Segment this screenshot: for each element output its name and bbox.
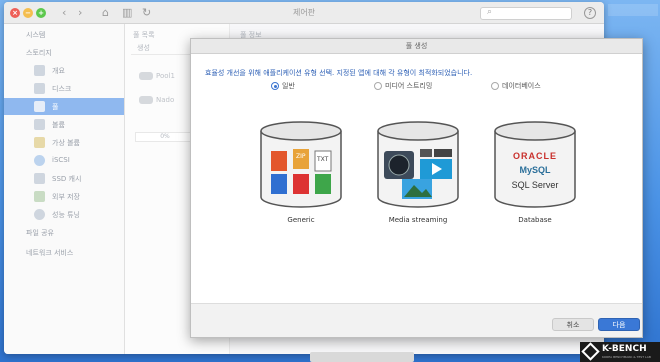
dialog-footer: 취소 다음: [191, 303, 642, 337]
radio-selected-icon: [271, 82, 279, 90]
sidebar-item-pool[interactable]: 풀: [4, 98, 124, 115]
watermark-brand: K-BENCH: [602, 344, 647, 354]
dialog-description: 효율성 개선을 위해 애플리케이션 유형 선택. 지정된 앱에 대해 각 유형이…: [205, 69, 473, 77]
sidebar-item-label: 볼륨: [52, 121, 65, 129]
sidebar-item-virtual-volume[interactable]: 가상 볼륨: [4, 134, 124, 151]
disk-icon: [34, 83, 45, 94]
generic-cylinder-icon: ZIP TXT: [260, 121, 342, 208]
oracle-logo: ORACLE: [513, 151, 557, 161]
radio-media-streaming[interactable]: 미디어 스트리밍: [374, 81, 432, 91]
kbench-logo-icon: [581, 342, 600, 361]
dialog-body: 효율성 개선을 위해 애플리케이션 유형 선택. 지정된 앱에 대해 각 유형이…: [191, 54, 642, 303]
radio-icon: [374, 82, 382, 90]
volume-icon: [34, 119, 45, 130]
media-streaming-caption: Media streaming: [388, 216, 448, 224]
title-bar: × − + ‹ › ⌂ ▥ ↻ 제어판 ⌕ ?: [4, 2, 604, 24]
sidebar-heading-network[interactable]: 네트워크 서비스: [26, 248, 73, 258]
sidebar-item-ssd-cache[interactable]: SSD 캐시: [4, 170, 124, 187]
radio-database[interactable]: 데이터베이스: [491, 81, 541, 91]
sidebar-item-iscsi[interactable]: iSCSI: [4, 152, 124, 169]
database-caption: Database: [518, 216, 552, 224]
dock-bar: [310, 352, 414, 362]
radio-label: 미디어 스트리밍: [385, 82, 433, 90]
generic-option[interactable]: ZIP TXT: [259, 121, 343, 209]
sidebar-item-label: iSCSI: [52, 156, 70, 164]
dialog-title: 풀 생성: [191, 39, 642, 54]
generic-caption: Generic: [287, 216, 315, 224]
sidebar: 시스템 스토리지 개요 디스크 풀 볼륨 가상 볼륨 iSCSI SSD 캐시 …: [4, 24, 125, 354]
sqlserver-logo: SQL Server: [511, 180, 559, 190]
search-input[interactable]: ⌕: [480, 7, 572, 20]
create-pool-dialog: 풀 생성 효율성 개선을 위해 애플리케이션 유형 선택. 지정된 앱에 대해 …: [190, 38, 643, 338]
sidebar-item-tuning[interactable]: 성능 튜닝: [4, 206, 124, 223]
sidebar-item-label: SSD 캐시: [52, 175, 82, 183]
sidebar-heading-storage[interactable]: 스토리지: [26, 48, 52, 58]
sidebar-item-volume[interactable]: 볼륨: [4, 116, 124, 133]
search-icon: ⌕: [487, 7, 493, 17]
kbench-watermark: K-BENCH KOREA BENCHMARK & TEST LAB: [580, 342, 660, 362]
help-icon[interactable]: ?: [584, 7, 596, 19]
tuning-icon: [34, 209, 45, 220]
radio-icon: [491, 82, 499, 90]
sidebar-item-label: 가상 볼륨: [52, 139, 80, 147]
radio-label: 데이터베이스: [502, 82, 541, 90]
external-storage-icon: [34, 191, 45, 202]
ssd-cache-icon: [34, 173, 45, 184]
next-button[interactable]: 다음: [598, 318, 640, 331]
desktop-corner: [608, 4, 658, 16]
database-option[interactable]: ORACLE MySQL SQL Server: [493, 121, 577, 209]
sidebar-item-label: 외부 저장: [52, 193, 80, 201]
mysql-logo: MySQL: [519, 165, 551, 175]
sidebar-item-external-storage[interactable]: 외부 저장: [4, 188, 124, 205]
iscsi-icon: [34, 155, 45, 166]
sidebar-item-label: 개요: [52, 67, 65, 75]
radio-generic[interactable]: 일반: [271, 81, 295, 91]
pool-icon: [34, 101, 45, 112]
sidebar-heading-system[interactable]: 시스템: [26, 30, 45, 40]
zip-file-icon: ZIP: [296, 153, 306, 160]
radio-label: 일반: [282, 82, 295, 90]
sidebar-item-label: 풀: [52, 103, 59, 111]
cancel-button[interactable]: 취소: [552, 318, 594, 331]
watermark-tagline: KOREA BENCHMARK & TEST LAB: [602, 355, 651, 359]
overview-icon: [34, 65, 45, 76]
txt-file-icon: TXT: [316, 156, 329, 163]
sidebar-item-label: 디스크: [52, 85, 72, 93]
sidebar-item-label: 성능 튜닝: [52, 211, 80, 219]
virtual-volume-icon: [34, 137, 45, 148]
media-streaming-option[interactable]: [376, 121, 460, 209]
sidebar-item-overview[interactable]: 개요: [4, 62, 124, 79]
media-cylinder-icon: [377, 121, 459, 208]
sidebar-item-disk[interactable]: 디스크: [4, 80, 124, 97]
sidebar-heading-file-share[interactable]: 파일 공유: [26, 228, 54, 238]
